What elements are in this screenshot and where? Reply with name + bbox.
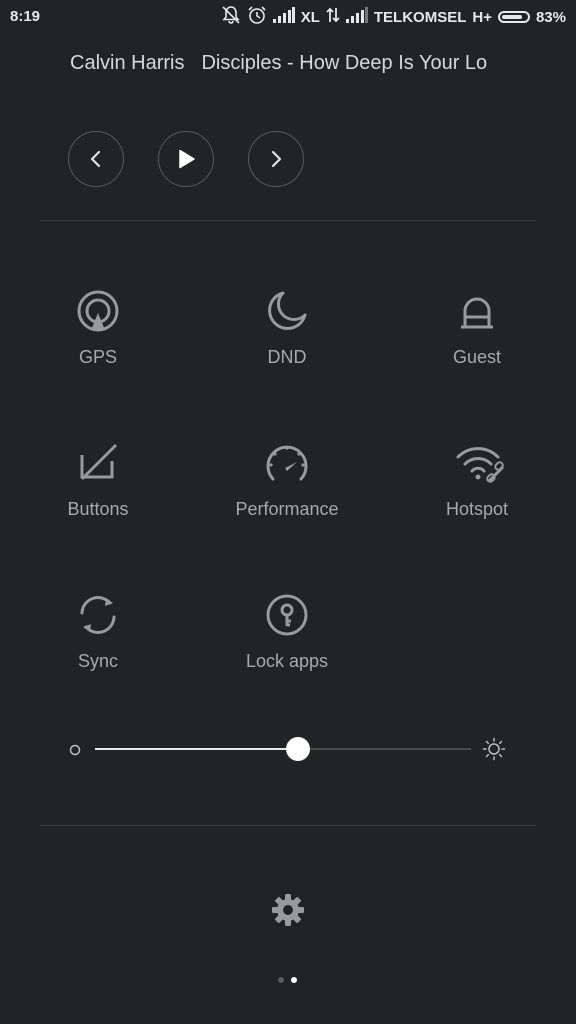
tile-label-sync: Sync bbox=[77, 651, 119, 671]
now-playing-artist: Calvin Harris bbox=[70, 52, 185, 74]
notifications-off-icon bbox=[221, 5, 241, 29]
brightness-track-fill bbox=[95, 748, 299, 750]
tile-guest[interactable]: Guest bbox=[382, 289, 572, 399]
play-button[interactable] bbox=[158, 131, 214, 187]
tile-label-dnd: DND bbox=[267, 347, 307, 367]
network-type-label: H+ bbox=[472, 8, 492, 26]
settings-button[interactable] bbox=[268, 890, 308, 930]
quick-settings-screen: 8:19 XL TELKOMSEL H+ 83% Calvin Harris D… bbox=[0, 0, 576, 1024]
tile-label-performance: Performance bbox=[235, 499, 339, 519]
previous-track-button[interactable] bbox=[68, 131, 124, 187]
page-dot-active[interactable] bbox=[291, 977, 297, 983]
page-indicator bbox=[276, 976, 300, 984]
chevron-left-icon bbox=[90, 150, 101, 168]
battery-icon bbox=[497, 11, 530, 23]
tile-lock-apps[interactable]: Lock apps bbox=[192, 593, 382, 703]
gps-icon bbox=[76, 289, 120, 333]
now-playing-title[interactable]: Calvin Harris Disciples - How Deep Is You… bbox=[70, 52, 550, 75]
sync-icon bbox=[76, 593, 120, 637]
signal-icon bbox=[272, 7, 295, 27]
tile-label-gps: GPS bbox=[78, 347, 117, 367]
carrier1-label: XL bbox=[300, 8, 320, 26]
chevron-right-icon bbox=[271, 150, 282, 168]
hotspot-icon bbox=[455, 441, 505, 485]
guest-icon bbox=[455, 289, 499, 333]
lock-apps-icon bbox=[265, 593, 309, 637]
tile-hotspot[interactable]: Hotspot bbox=[382, 441, 572, 551]
brightness-slider[interactable] bbox=[64, 730, 514, 770]
page-dot[interactable] bbox=[278, 977, 284, 983]
now-playing-track: Disciples - How Deep Is Your Lo bbox=[201, 52, 488, 74]
carrier2-label: TELKOMSEL bbox=[373, 8, 467, 26]
tile-label-lock-apps: Lock apps bbox=[245, 651, 329, 671]
tile-label-hotspot: Hotspot bbox=[445, 499, 509, 519]
tile-dnd[interactable]: DND bbox=[192, 289, 382, 399]
tile-sync[interactable]: Sync bbox=[3, 593, 193, 703]
battery-percent: 83% bbox=[535, 8, 566, 26]
brightness-high-icon bbox=[482, 737, 506, 766]
status-time: 8:19 bbox=[10, 8, 41, 25]
data-transfer-icon bbox=[326, 6, 340, 28]
buttons-off-icon bbox=[76, 441, 120, 485]
tile-gps[interactable]: GPS bbox=[3, 289, 193, 399]
signal2-icon bbox=[345, 7, 368, 27]
tile-performance[interactable]: Performance bbox=[192, 441, 382, 551]
moon-icon bbox=[265, 289, 309, 333]
next-track-button[interactable] bbox=[248, 131, 304, 187]
brightness-thumb[interactable] bbox=[286, 737, 311, 761]
status-bar: 8:19 XL TELKOMSEL H+ 83% bbox=[0, 0, 576, 34]
tile-label-buttons: Buttons bbox=[67, 499, 129, 519]
divider-bottom bbox=[40, 825, 536, 826]
status-icons: XL TELKOMSEL H+ 83% bbox=[221, 6, 566, 28]
play-icon bbox=[179, 149, 195, 169]
speedometer-icon bbox=[265, 441, 309, 485]
gear-icon bbox=[272, 894, 304, 926]
tile-label-guest: Guest bbox=[452, 347, 502, 367]
divider-top bbox=[40, 220, 536, 221]
brightness-low-icon bbox=[69, 743, 81, 761]
tile-buttons[interactable]: Buttons bbox=[3, 441, 193, 551]
alarm-icon bbox=[247, 5, 267, 29]
